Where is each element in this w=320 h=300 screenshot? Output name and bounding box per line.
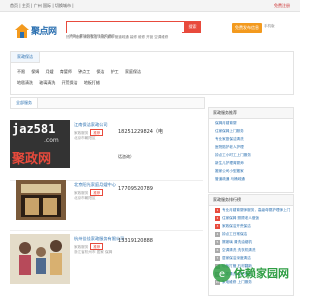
listing-category-text: 家政服务 bbox=[74, 191, 89, 195]
top-links[interactable]: 首页 | 主页 | 广州 国际 | 切换城市 | bbox=[10, 0, 74, 11]
side-recommend: 家政服务推荐 保姆月嫂育婴 住家保姆上门服务 专业家庭保洁清洗 医院陪护老人护理… bbox=[208, 107, 294, 193]
recommend-badge: 推荐 bbox=[90, 243, 104, 250]
logo-text: 聚点网 bbox=[31, 27, 57, 37]
rank-number: 6 bbox=[215, 248, 220, 253]
category-item[interactable]: 地毯清洗 bbox=[17, 80, 33, 85]
listing-thumbnail[interactable]: jaz581 .com 聚政网 bbox=[10, 120, 70, 168]
rank-number: 7 bbox=[215, 256, 220, 261]
listing-category-text: 家政服务 bbox=[74, 131, 89, 135]
side-link[interactable]: 住家保姆上门服务 bbox=[209, 127, 293, 135]
listing-category: 家政服务 推荐 bbox=[74, 129, 104, 136]
side-link[interactable]: 搬家公司小型搬家 bbox=[209, 167, 293, 175]
category-item[interactable]: 开荒保洁 bbox=[62, 80, 78, 85]
rank-item[interactable]: 2 住家保姆 照顾老人做饭 bbox=[209, 214, 293, 222]
category-item[interactable]: 月嫂 bbox=[46, 69, 54, 74]
thumb-sub: .com bbox=[44, 137, 59, 144]
sort-bar: 全部服务 bbox=[10, 97, 205, 109]
rank-item-text[interactable]: 住家保姆 照顾老人做饭 bbox=[222, 216, 259, 220]
listing-address: 北京市朝阳区 bbox=[74, 196, 96, 200]
rank-number: 4 bbox=[215, 232, 220, 237]
category-item[interactable]: 不限 bbox=[17, 69, 25, 74]
site-header: 聚点网 搜索 热门: 搬家 家政保洁 月嫂 保姆 管道疏通 装修 维修 开锁 空… bbox=[0, 12, 300, 48]
listing-category: 家政服务 推荐 bbox=[74, 189, 104, 196]
thumb-cn: 聚政网 bbox=[12, 152, 52, 167]
rank-item-text[interactable]: 擦玻璃 清洗油烟机 bbox=[222, 240, 252, 244]
listing-title[interactable]: 杭州佳佳家政服务有限公司 bbox=[74, 236, 124, 242]
category-item[interactable]: 玻璃清洗 bbox=[39, 80, 55, 85]
side-link[interactable]: 保姆月嫂育婴 bbox=[209, 119, 293, 127]
listing-category: 家政服务 推荐 bbox=[74, 243, 104, 250]
rank-item-text[interactable]: 专业月嫂育婴师服务，高级母婴护理师上门 bbox=[222, 208, 290, 212]
category-tab[interactable]: 家政保洁 bbox=[11, 52, 40, 63]
category-filter: 家政保洁 不限 保姆 月嫂 育婴师 钟点工 保洁 护工 家庭保洁 地毯清洗 玻璃… bbox=[10, 51, 294, 95]
side-link[interactable]: 医院陪护老人护理 bbox=[209, 143, 293, 151]
rank-item[interactable]: 6 空调清洗 洗衣机清洗 bbox=[209, 246, 293, 254]
site-logo[interactable]: 聚点网 bbox=[14, 21, 66, 41]
category-item[interactable]: 地板打蜡 bbox=[84, 80, 100, 85]
register-link[interactable]: 免费注册 bbox=[274, 0, 290, 11]
rank-item-text[interactable]: 居家保洁深度清洁 bbox=[222, 256, 251, 260]
listing-thumbnail[interactable] bbox=[10, 234, 70, 284]
side-link[interactable]: 专业家庭保洁清洗 bbox=[209, 135, 293, 143]
svg-text:e: e bbox=[219, 269, 225, 280]
side-link[interactable]: 管道疏通 马桶疏通 bbox=[209, 175, 293, 183]
rank-item-text[interactable]: 空调清洗 洗衣机清洗 bbox=[222, 248, 256, 252]
search-box: 搜索 bbox=[66, 21, 201, 41]
listing-note: 话咨询） bbox=[118, 154, 134, 159]
all-services-tab[interactable]: 全部服务 bbox=[11, 98, 38, 108]
rank-item[interactable]: 1 专业月嫂育婴师服务，高级母婴护理师上门 bbox=[209, 206, 293, 214]
category-row-1: 不限 保姆 月嫂 育婴师 钟点工 保洁 护工 家庭保洁 bbox=[17, 69, 146, 75]
listing-phone: 18251229824（电 bbox=[118, 129, 163, 135]
rank-item[interactable]: 5 擦玻璃 清洗油烟机 bbox=[209, 238, 293, 246]
rank-number: 3 bbox=[215, 224, 220, 229]
hot-keywords[interactable]: 热门: 搬家 家政保洁 月嫂 保姆 管道疏通 装修 维修 开锁 空调维修 bbox=[66, 35, 216, 40]
search-button[interactable]: 搜索 bbox=[184, 21, 201, 33]
listing-thumbnail[interactable] bbox=[16, 180, 66, 220]
rank-item[interactable]: 4 钟点工日常保洁 bbox=[209, 230, 293, 238]
side-ranking-title: 家政服务排行榜 bbox=[209, 195, 293, 206]
watermark-logo: e 依赖家园网 bbox=[212, 262, 292, 284]
family-photo bbox=[10, 234, 70, 284]
category-item[interactable]: 保洁 bbox=[96, 69, 104, 74]
listing-title[interactable]: 江南保洁家政公司 bbox=[74, 122, 108, 128]
recommend-badge: 推荐 bbox=[90, 129, 104, 136]
side-recommend-title: 家政服务推荐 bbox=[209, 108, 293, 119]
listing-title[interactable]: 北京阳光家庭月嫂中心 bbox=[74, 182, 116, 188]
rank-item-text[interactable]: 钟点工日常保洁 bbox=[222, 232, 247, 236]
listing-address: 浙江省杭州市 居家 保姆 bbox=[74, 250, 113, 254]
listing-item[interactable]: jaz581 .com 聚政网 江南保洁家政公司 家政服务 推荐 北京市朝阳区 1… bbox=[10, 120, 203, 181]
category-item[interactable]: 育婴师 bbox=[60, 69, 72, 74]
side-link[interactable]: 新生儿护理育婴师 bbox=[209, 159, 293, 167]
house-icon bbox=[15, 24, 29, 38]
side-link[interactable]: 钟点工小时工上门服务 bbox=[209, 151, 293, 159]
rank-item-text[interactable]: 家政保洁开荒保洁 bbox=[222, 224, 251, 228]
watermark-text: 依赖家园网 bbox=[234, 267, 289, 280]
recommend-badge: 推荐 bbox=[90, 189, 104, 196]
post-info-button[interactable]: 免费发布信息 bbox=[232, 23, 262, 33]
listing-category-text: 家政服务 bbox=[74, 245, 89, 249]
listing-item[interactable]: 杭州佳佳家政服务有限公司 家政服务 推荐 浙江省杭州市 居家 保姆 1331912… bbox=[10, 234, 203, 294]
register-link-text[interactable]: 免费注册 bbox=[274, 3, 290, 8]
top-bar: 首页 | 主页 | 广州 国际 | 切换城市 | 免费注册 bbox=[0, 0, 300, 12]
rank-item[interactable]: 3 家政保洁开荒保洁 bbox=[209, 222, 293, 230]
category-item[interactable]: 家庭保洁 bbox=[125, 69, 141, 74]
listing-item[interactable]: 北京阳光家庭月嫂中心 家政服务 推荐 北京市朝阳区 17709520789 bbox=[10, 180, 203, 231]
listing-address: 北京市朝阳区 bbox=[74, 136, 96, 140]
rank-item[interactable]: 7 居家保洁深度清洁 bbox=[209, 254, 293, 262]
category-item[interactable]: 保姆 bbox=[31, 69, 39, 74]
rank-number: 2 bbox=[215, 216, 220, 221]
thumb-text: jaz581 bbox=[12, 122, 56, 136]
listing-phone: 17709520789 bbox=[118, 186, 153, 192]
storefront-image bbox=[16, 180, 66, 220]
category-item[interactable]: 钟点工 bbox=[78, 69, 90, 74]
mobile-link[interactable]: 手机版 bbox=[264, 24, 275, 29]
rank-number: 1 bbox=[215, 208, 220, 213]
category-item[interactable]: 护工 bbox=[111, 69, 119, 74]
rank-number: 5 bbox=[215, 240, 220, 245]
listing-phone: 13319120888 bbox=[118, 238, 153, 244]
category-row-2: 地毯清洗 玻璃清洗 开荒保洁 地板打蜡 bbox=[17, 80, 105, 86]
